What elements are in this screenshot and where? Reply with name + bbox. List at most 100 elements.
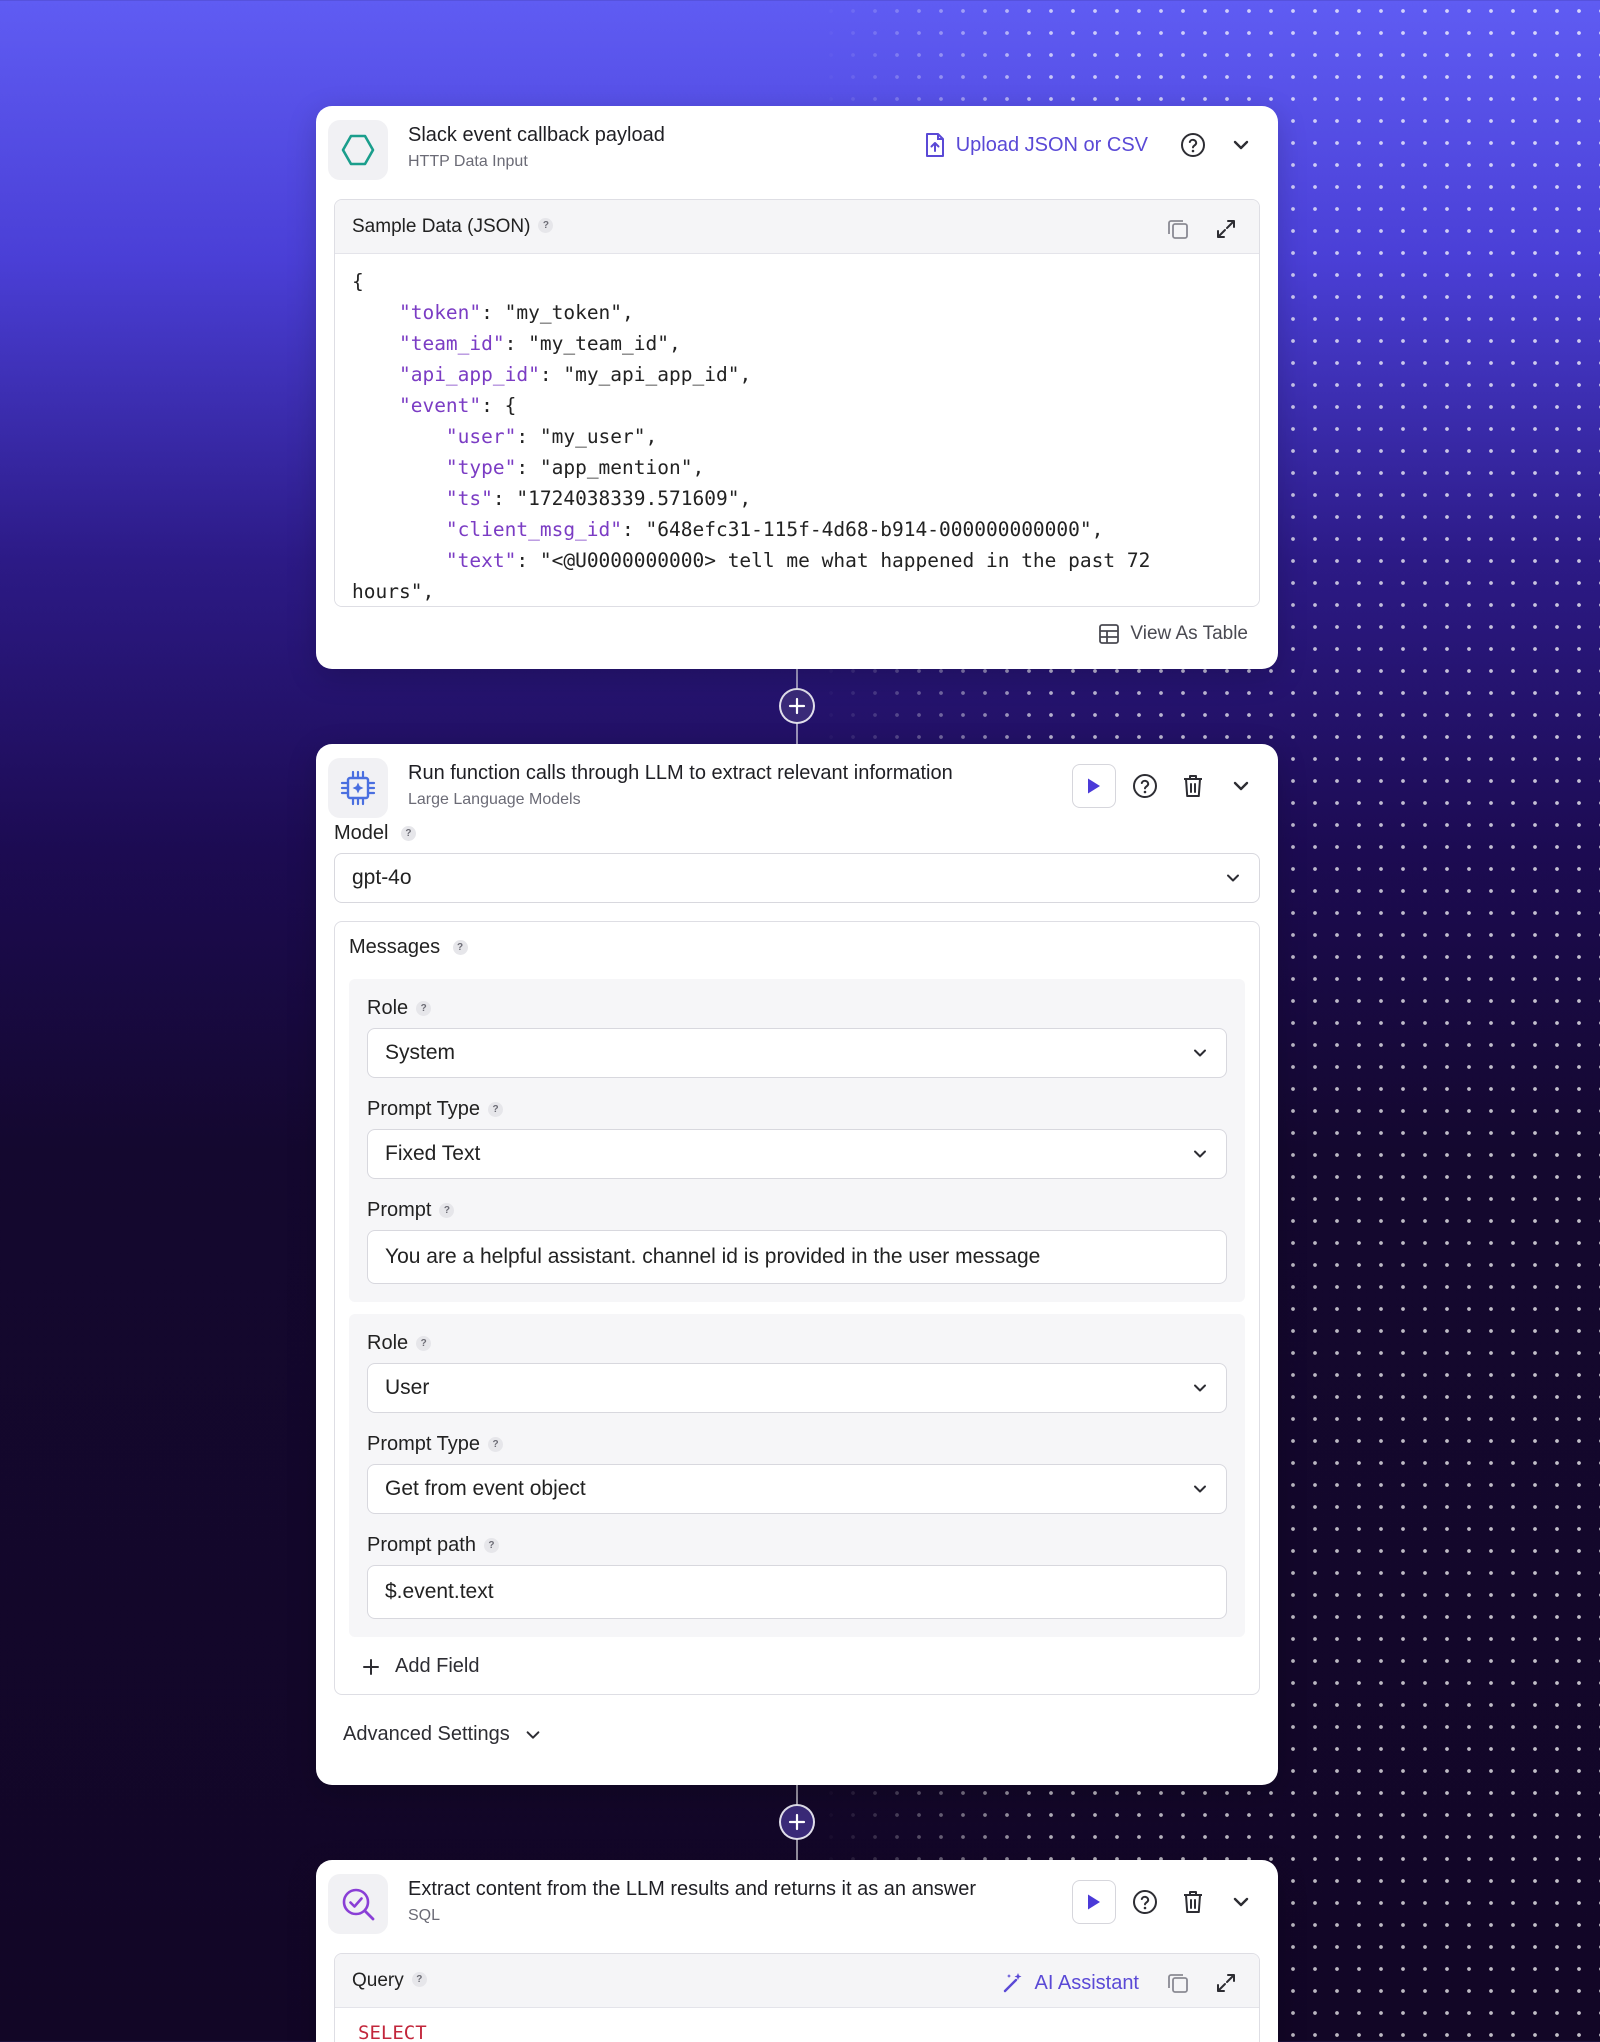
card-subtitle: HTTP Data Input	[408, 153, 528, 170]
sql-code-editor[interactable]: SELECT	[335, 2008, 1259, 2042]
help-badge-icon[interactable]: ?	[416, 1001, 432, 1017]
plus-icon	[363, 1658, 379, 1675]
code-key: "ts"	[445, 487, 493, 510]
chevron-down-icon	[1194, 1150, 1206, 1158]
help-badge-icon[interactable]: ?	[416, 1336, 432, 1352]
help-button[interactable]	[1126, 767, 1164, 805]
code-value: : "1724038339.571609",	[492, 487, 752, 510]
run-button[interactable]	[1072, 1880, 1116, 1924]
advanced-settings-toggle[interactable]: Advanced Settings	[334, 1723, 1260, 1746]
play-icon	[1088, 1894, 1100, 1910]
code-line: "user": "my_user",	[352, 421, 1242, 452]
message-group-system: Role? System Prompt Type? Fixed Text Pro…	[349, 979, 1245, 1302]
help-badge-icon[interactable]: ?	[411, 1972, 427, 1987]
copy-button[interactable]	[1159, 1964, 1197, 2002]
hexagon-icon	[341, 134, 375, 166]
panel-header: Sample Data (JSON) ?	[335, 200, 1259, 254]
help-badge-icon[interactable]: ?	[483, 1538, 499, 1554]
prompt-type-label: Prompt Type	[367, 1433, 481, 1455]
messages-panel: Messages ? Role? System Prompt Type? Fix…	[334, 921, 1260, 1695]
prompt-type-select[interactable]: Get from event object	[367, 1464, 1227, 1514]
code-line: "token": "my_token",	[352, 297, 1242, 328]
code-key: "client_msg_id"	[445, 518, 623, 541]
ai-assistant-button[interactable]: AI Assistant	[1001, 1971, 1140, 1995]
add-step-button[interactable]	[779, 688, 815, 724]
code-key: "text"	[445, 549, 517, 572]
help-circle-icon	[1133, 774, 1157, 798]
play-icon	[1088, 778, 1100, 794]
run-button[interactable]	[1072, 764, 1116, 808]
expand-button[interactable]	[1207, 210, 1245, 248]
prompt-type-select[interactable]: Fixed Text	[367, 1129, 1227, 1179]
role-value: User	[385, 1376, 430, 1399]
code-key: "api_app_id"	[398, 363, 540, 386]
magic-wand-icon	[1003, 1973, 1021, 1993]
http-input-card: Slack event callback payload HTTP Data I…	[316, 106, 1278, 669]
card-header: Slack event callback payload HTTP Data I…	[316, 106, 1278, 190]
add-field-button[interactable]: Add Field	[349, 1655, 1245, 1678]
help-badge-icon[interactable]: ?	[452, 940, 468, 956]
table-icon	[1099, 624, 1120, 644]
help-badge-icon[interactable]: ?	[400, 826, 416, 842]
header-actions	[1072, 764, 1260, 808]
code-line: "type": "app_mention",	[352, 452, 1242, 483]
add-step-button[interactable]	[779, 1804, 815, 1840]
code-value: : "my_user",	[516, 425, 658, 448]
help-badge-icon[interactable]: ?	[538, 218, 554, 233]
json-code-editor[interactable]: { "token": "my_token", "team_id": "my_te…	[335, 254, 1259, 606]
file-upload-icon	[925, 133, 944, 157]
collapse-button[interactable]	[1222, 767, 1260, 805]
model-select[interactable]: gpt-4o	[334, 853, 1260, 903]
chevron-down-icon	[1227, 874, 1239, 882]
collapse-button[interactable]	[1222, 1883, 1260, 1921]
code-value: : "my_team_id",	[504, 332, 681, 355]
help-button[interactable]	[1126, 1883, 1164, 1921]
code-value: : "648efc31-115f-4d68-b914-000000000000"…	[622, 518, 1104, 541]
code-line: "team_id": "my_team_id",	[352, 328, 1242, 359]
delete-button[interactable]	[1174, 767, 1212, 805]
prompt-type-label: Prompt Type	[367, 1098, 481, 1120]
delete-button[interactable]	[1174, 1883, 1212, 1921]
chevron-down-icon	[1194, 1485, 1206, 1493]
node-icon-box	[328, 758, 388, 818]
prompt-label: Prompt	[367, 1199, 432, 1221]
role-label: Role	[367, 1332, 409, 1354]
role-select[interactable]: System	[367, 1028, 1227, 1078]
prompt-path-label: Prompt path	[367, 1534, 476, 1556]
expand-icon	[1217, 1974, 1235, 1992]
upload-json-csv-button[interactable]: Upload JSON or CSV	[924, 132, 1148, 158]
sql-keyword: SELECT	[358, 2022, 427, 2042]
prompt-value: You are a helpful assistant. channel id …	[385, 1245, 1041, 1268]
prompt-input[interactable]: You are a helpful assistant. channel id …	[367, 1230, 1227, 1284]
view-as-table-button[interactable]: View As Table	[1098, 623, 1248, 645]
chevron-down-icon	[1194, 1049, 1206, 1057]
collapse-button[interactable]	[1222, 126, 1260, 164]
card-header: Extract content from the LLM results and…	[316, 1860, 1278, 1944]
help-badge-icon[interactable]: ?	[488, 1437, 504, 1453]
upload-label: Upload JSON or CSV	[955, 133, 1148, 156]
expand-button[interactable]	[1207, 1964, 1245, 2002]
copy-icon	[1168, 1974, 1188, 1993]
model-value: gpt-4o	[352, 866, 412, 889]
help-badge-icon[interactable]: ?	[488, 1102, 504, 1118]
code-value: : "app_mention",	[516, 456, 705, 479]
query-label: Query	[352, 1969, 404, 1991]
help-badge-icon[interactable]: ?	[439, 1203, 455, 1219]
sample-data-panel: Sample Data (JSON) ? { "token": "my_toke…	[334, 199, 1260, 607]
copy-button[interactable]	[1159, 210, 1197, 248]
ai-assistant-label: AI Assistant	[1034, 1971, 1140, 1994]
prompt-path-input[interactable]: $.event.text	[367, 1565, 1227, 1619]
header-actions	[1072, 1880, 1260, 1924]
code-line: "client_msg_id": "648efc31-115f-4d68-b91…	[352, 514, 1242, 545]
help-button[interactable]	[1174, 126, 1212, 164]
node-icon-box	[328, 1874, 388, 1934]
role-select[interactable]: User	[367, 1363, 1227, 1413]
